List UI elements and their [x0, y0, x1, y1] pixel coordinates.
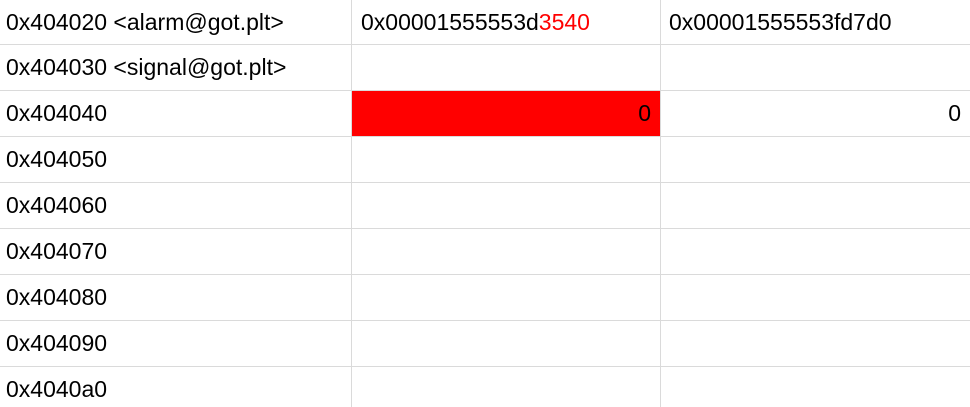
table-row: 0x404070 — [0, 229, 970, 275]
value-cell[interactable] — [352, 137, 661, 182]
address-cell[interactable]: 0x404040 — [0, 91, 352, 136]
address-cell[interactable]: 0x404080 — [0, 275, 352, 320]
value-cell[interactable] — [661, 367, 970, 407]
table-row: 0x404060 — [0, 183, 970, 229]
table-row: 0x404080 — [0, 275, 970, 321]
value-cell[interactable] — [352, 45, 661, 90]
value-cell[interactable] — [352, 183, 661, 228]
value-cell[interactable]: 0x00001555553fd7d0 — [661, 0, 970, 44]
address-cell[interactable]: 0x404050 — [0, 137, 352, 182]
table-row: 0x404040 0 0 — [0, 91, 970, 137]
value-cell[interactable] — [661, 183, 970, 228]
value-cell[interactable] — [661, 275, 970, 320]
address-cell[interactable]: 0x404060 — [0, 183, 352, 228]
value-cell[interactable] — [352, 275, 661, 320]
value-cell[interactable] — [352, 367, 661, 407]
value-cell[interactable] — [352, 321, 661, 366]
value-prefix-text: 0x00001555553d — [361, 8, 539, 35]
address-cell[interactable]: 0x404030 <signal@got.plt> — [0, 45, 352, 90]
table-row: 0x4040a0 — [0, 367, 970, 407]
value-cell[interactable]: 0 — [661, 91, 970, 136]
value-cell[interactable] — [661, 45, 970, 90]
address-cell[interactable]: 0x404090 — [0, 321, 352, 366]
value-cell[interactable] — [661, 321, 970, 366]
address-cell[interactable]: 0x404070 — [0, 229, 352, 274]
value-cell[interactable] — [352, 229, 661, 274]
table-row: 0x404050 — [0, 137, 970, 183]
table-row: 0x404030 <signal@got.plt> — [0, 45, 970, 91]
table-row: 0x404020 <alarm@got.plt> 0x00001555553d 3… — [0, 0, 970, 45]
value-cell[interactable] — [661, 137, 970, 182]
highlighted-value-cell[interactable]: 0 — [352, 91, 661, 136]
value-cell[interactable] — [661, 229, 970, 274]
memory-grid: 0x404020 <alarm@got.plt> 0x00001555553d 3… — [0, 0, 970, 407]
table-row: 0x404090 — [0, 321, 970, 367]
address-cell[interactable]: 0x4040a0 — [0, 367, 352, 407]
address-cell[interactable]: 0x404020 <alarm@got.plt> — [0, 0, 352, 44]
changed-digits-text: 3540 — [538, 8, 590, 35]
value-cell[interactable]: 0x00001555553d 3540 — [352, 0, 661, 44]
